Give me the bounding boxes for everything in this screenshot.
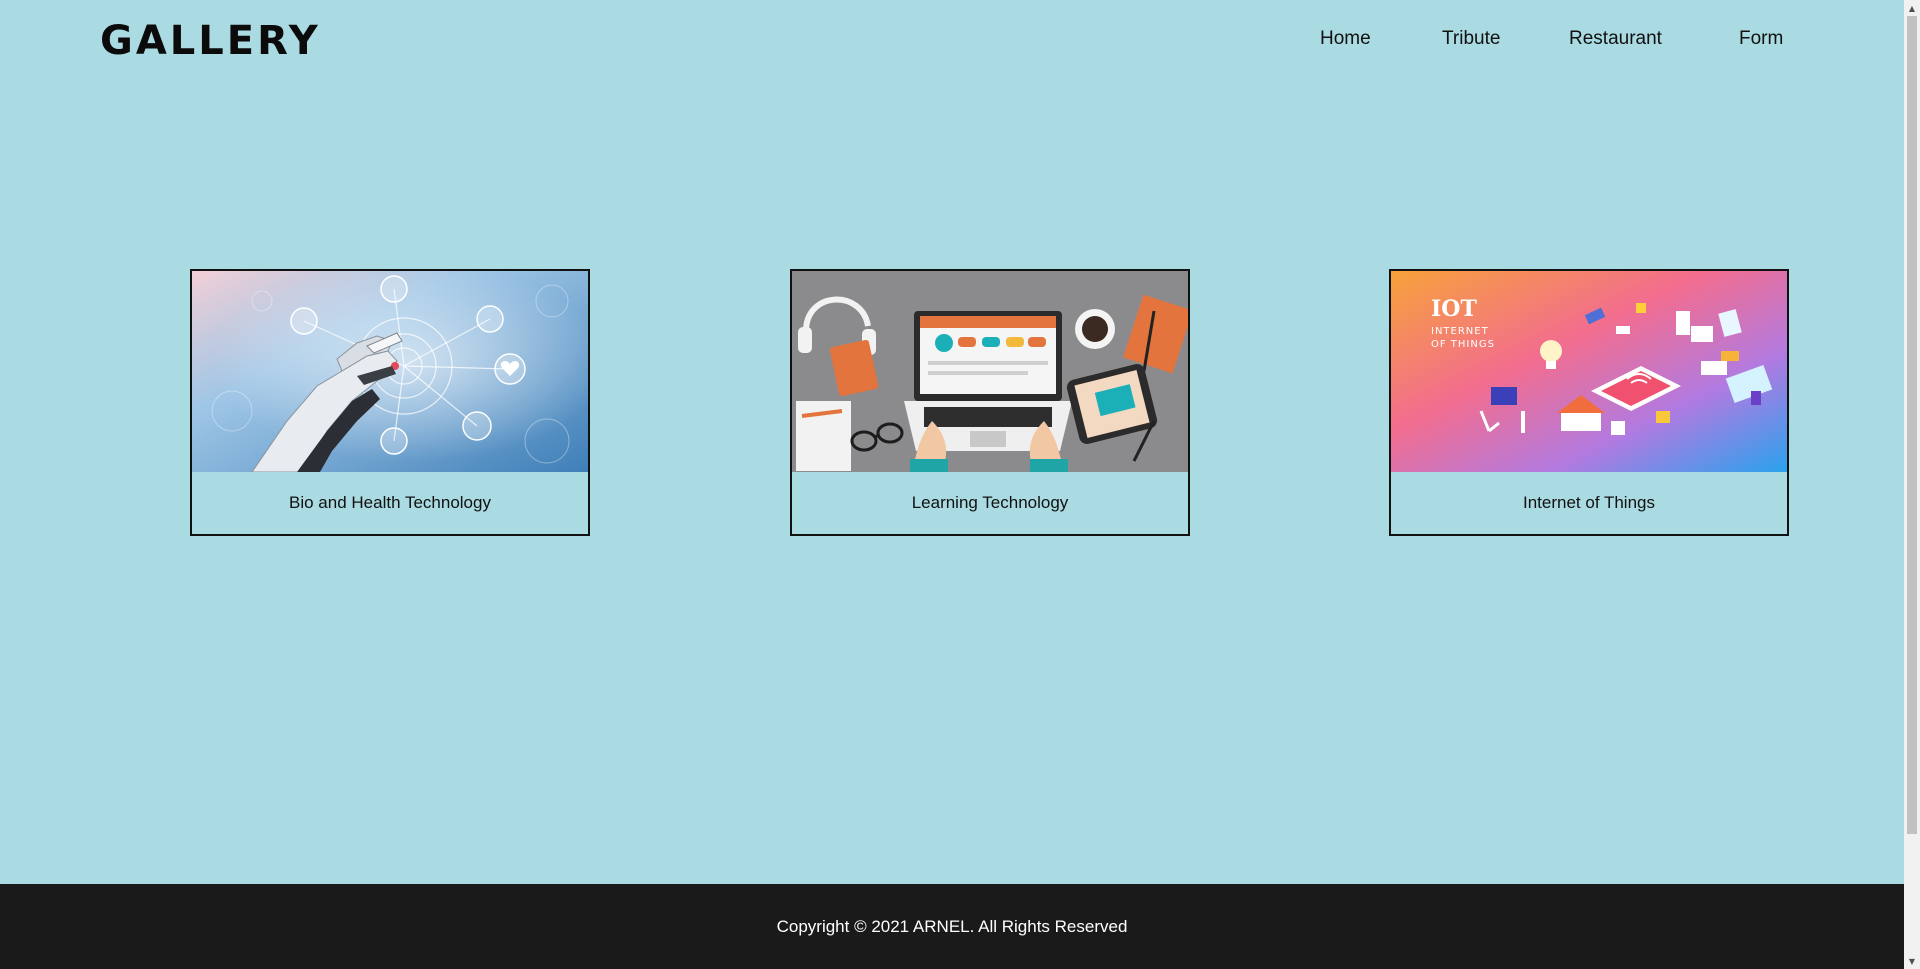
gallery-card-bio-health[interactable]: Bio and Health Technology	[190, 269, 590, 536]
iot-caption: Internet of Things	[1523, 493, 1655, 512]
vertical-scrollbar[interactable]: ▲ ▼	[1904, 0, 1920, 969]
bio-health-caption: Bio and Health Technology	[289, 493, 491, 512]
site-footer: Copyright © 2021 ARNEL. All Rights Reser…	[0, 884, 1904, 969]
scroll-down-icon[interactable]: ▼	[1904, 953, 1920, 969]
iot-image[interactable]: IOT INTERNET OF THINGS	[1391, 271, 1787, 472]
gallery-card-learning[interactable]: Learning Technology	[790, 269, 1190, 536]
bio-health-image[interactable]	[192, 271, 588, 472]
site-header: GALLERY Home Tribute Restaurant Form	[0, 0, 1904, 80]
nav-home[interactable]: Home	[1320, 28, 1371, 50]
iot-image-title: IOT	[1431, 296, 1477, 322]
page: GALLERY Home Tribute Restaurant Form Bio…	[0, 0, 1904, 969]
nav-tribute[interactable]: Tribute	[1442, 28, 1500, 50]
nav-restaurant[interactable]: Restaurant	[1569, 28, 1662, 50]
scroll-up-icon[interactable]: ▲	[1904, 0, 1920, 16]
scrollbar-thumb[interactable]	[1907, 16, 1917, 834]
site-logo[interactable]: GALLERY	[100, 18, 321, 64]
learning-image[interactable]	[792, 271, 1188, 472]
nav-form[interactable]: Form	[1739, 28, 1783, 50]
iot-image-line1: INTERNET	[1431, 326, 1489, 337]
iot-image-line2: OF THINGS	[1431, 339, 1495, 350]
learning-caption: Learning Technology	[911, 493, 1069, 512]
gallery-card-iot[interactable]: IOT INTERNET OF THINGS Internet of Thing…	[1389, 269, 1789, 536]
copyright-text: Copyright © 2021 ARNEL. All Rights Reser…	[776, 916, 1128, 936]
